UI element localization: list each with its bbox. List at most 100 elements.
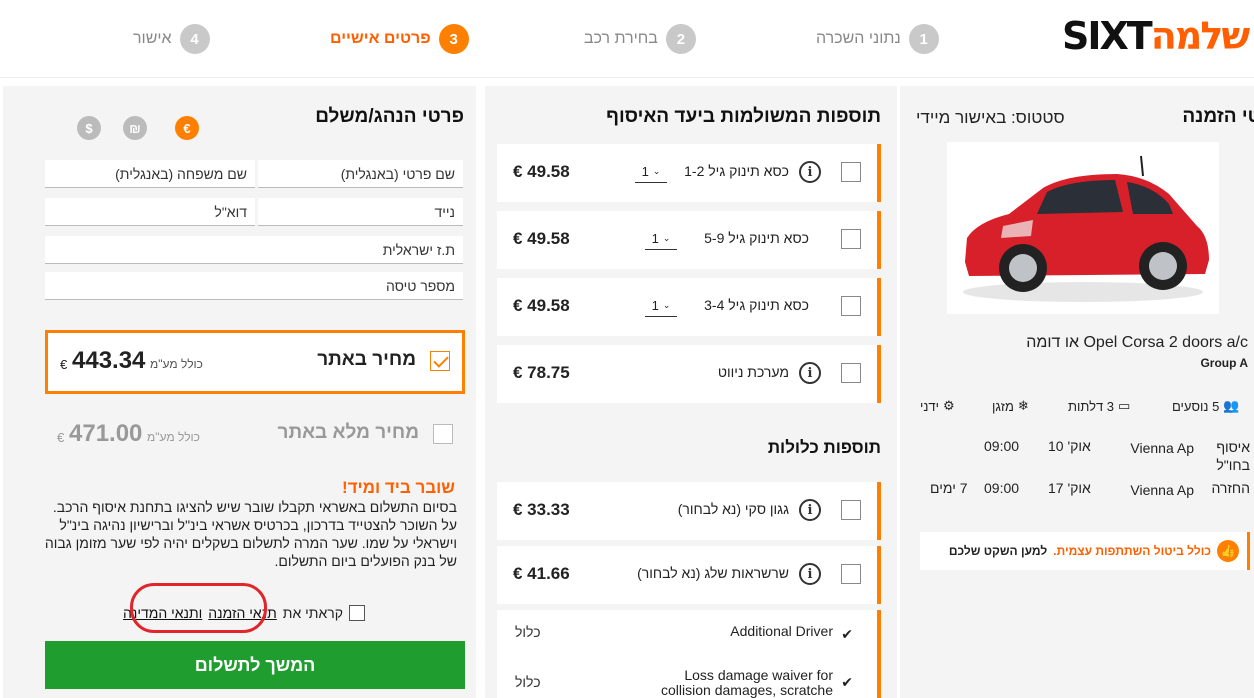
addon-checkbox[interactable] bbox=[841, 564, 861, 584]
step-personal-details[interactable]: פרטים אישיים 3 bbox=[330, 24, 469, 54]
step-rental-details[interactable]: נתוני השכרה 1 bbox=[816, 24, 939, 54]
addon-price: € 49.58 bbox=[513, 162, 570, 181]
terms-checkbox[interactable] bbox=[349, 605, 365, 621]
step-confirmation[interactable]: אישור 4 bbox=[133, 24, 210, 54]
site-price-checkbox[interactable] bbox=[430, 351, 450, 371]
included-addon-row: i גגון סקי (נא לבחור) € 33.33 bbox=[497, 482, 881, 540]
full-price-checkbox[interactable] bbox=[433, 424, 453, 444]
included-item: ✔ Additional Driver כלול bbox=[497, 610, 877, 654]
quantity-select[interactable]: 1 ⌄ bbox=[645, 228, 677, 250]
addon-price: € 49.58 bbox=[513, 296, 570, 315]
order-panel: פרטי הזמנה סטטוס: באישור מיידי Opel Cors… bbox=[900, 86, 1254, 698]
addon-row: כסא תינוק גיל 3-4 1 ⌄ € 49.58 bbox=[497, 278, 881, 336]
terms-prefix: קראתי את bbox=[282, 605, 343, 621]
site-price-vat: כולל מע"מ bbox=[150, 357, 203, 371]
addon-row: i כסא תינוק גיל 1-2 1 ⌄ € 49.58 bbox=[497, 144, 881, 202]
addons-title: תוספות המשולמות ביעד האיסוף bbox=[606, 106, 881, 127]
mobile-field[interactable]: נייד bbox=[258, 198, 463, 226]
addon-checkbox[interactable] bbox=[841, 162, 861, 182]
info-icon[interactable]: i bbox=[799, 161, 821, 183]
full-price-vat: כולל מע"מ bbox=[147, 430, 200, 444]
addon-label: כסא תינוק גיל 1-2 bbox=[684, 163, 789, 179]
full-price-value: 471.00 bbox=[69, 420, 143, 447]
step-number: 4 bbox=[179, 24, 210, 54]
currency-usd-button[interactable]: $ bbox=[77, 116, 101, 140]
addon-price: € 33.33 bbox=[513, 500, 570, 519]
included-item: ✔ Loss damage waiver for collision damag… bbox=[497, 654, 877, 698]
return-label: החזרה bbox=[1211, 480, 1250, 496]
addon-checkbox[interactable] bbox=[841, 363, 861, 383]
step-label: נתוני השכרה bbox=[816, 30, 901, 47]
passengers-icon: 👥 bbox=[1223, 398, 1240, 413]
included-item-value: כלול bbox=[515, 674, 541, 690]
info-icon[interactable]: i bbox=[799, 362, 821, 384]
addon-label: גגון סקי (נא לבחור) bbox=[677, 501, 789, 517]
snowflake-icon: ❄ bbox=[1017, 398, 1029, 413]
return-place: Vienna Ap bbox=[1130, 482, 1194, 498]
quantity-select[interactable]: 1 ⌄ bbox=[635, 161, 667, 183]
car-image bbox=[947, 142, 1219, 314]
voucher-title: שובר ביד ומיד! bbox=[341, 478, 455, 497]
return-time: 09:00 bbox=[984, 480, 1020, 496]
rental-days: 7 ימים bbox=[930, 480, 968, 496]
gear-icon: ⚙ bbox=[943, 398, 955, 413]
addon-label: שרשראות שלג (נא לבחור) bbox=[637, 565, 789, 581]
car-name: Opel Corsa 2 doors a/c או דומה bbox=[1026, 334, 1248, 351]
voucher-text: בסיום התשלום באשראי תקבלו שובר שיש להציג… bbox=[44, 499, 457, 569]
addon-row: כסא תינוק גיל 5-9 1 ⌄ € 49.58 bbox=[497, 211, 881, 269]
currency-ils-button[interactable]: ₪ bbox=[123, 116, 147, 140]
doors-feature: ▭ 3 דלתות bbox=[1068, 398, 1131, 414]
addons-panel: תוספות המשולמות ביעד האיסוף i כסא תינוק … bbox=[485, 86, 897, 698]
pickup-row: איסוף בחו"ל Vienna Ap אוק' 10 09:00 bbox=[920, 438, 1250, 474]
addon-label: מערכת ניווט bbox=[717, 364, 789, 380]
step-number: 1 bbox=[908, 24, 939, 54]
addon-price: € 49.58 bbox=[513, 229, 570, 248]
return-date: אוק' 17 bbox=[1048, 480, 1091, 496]
addon-checkbox[interactable] bbox=[841, 296, 861, 316]
email-field[interactable]: דוא"ל bbox=[45, 198, 255, 226]
check-icon: ✔ bbox=[841, 626, 853, 642]
chevron-down-icon: ⌄ bbox=[662, 300, 671, 310]
driver-panel: פרטי הנהג/משלם € ₪ $ שם פרטי (באנגלית) ש… bbox=[3, 86, 476, 698]
addon-label: כסא תינוק גיל 5-9 bbox=[704, 230, 809, 246]
door-icon: ▭ bbox=[1118, 398, 1131, 413]
step-car-selection[interactable]: בחירת רכב 2 bbox=[584, 24, 696, 54]
info-icon[interactable]: i bbox=[799, 563, 821, 585]
pickup-label: איסוף בחו"ל bbox=[1216, 439, 1250, 473]
step-number: 3 bbox=[438, 24, 469, 54]
pickup-place: Vienna Ap bbox=[1130, 440, 1194, 456]
sixt-logo[interactable]: SIXT שלמה bbox=[1062, 14, 1250, 58]
gearbox-feature: ⚙ ידני bbox=[920, 398, 955, 414]
included-title: תוספות כלולות bbox=[767, 438, 881, 457]
site-price-option[interactable]: מחיר באתר כולל מע"מ 443.34 € bbox=[45, 330, 465, 394]
included-list: ✔ Additional Driver כלול ✔ Loss damage w… bbox=[497, 610, 881, 698]
order-status: סטטוס: באישור מיידי bbox=[916, 108, 1065, 127]
pickup-time: 09:00 bbox=[984, 438, 1020, 454]
full-price-label: מחיר מלא באתר bbox=[277, 422, 419, 443]
full-price-option[interactable]: מחיר מלא באתר כולל מע"מ 471.00 € bbox=[45, 406, 465, 462]
currency-eur-button[interactable]: € bbox=[175, 116, 199, 140]
included-item-name: Loss damage waiver for collision damages… bbox=[661, 668, 833, 698]
included-item-value: כלול bbox=[515, 624, 541, 640]
addon-checkbox[interactable] bbox=[841, 500, 861, 520]
addon-checkbox[interactable] bbox=[841, 229, 861, 249]
included-item-name: Additional Driver bbox=[730, 623, 833, 639]
car-group: Group A bbox=[1200, 356, 1248, 370]
highlight-circle bbox=[130, 583, 267, 633]
pickup-date: אוק' 10 bbox=[1048, 438, 1091, 454]
step-label: פרטים אישיים bbox=[330, 30, 431, 47]
cancellation-note: 👍 כולל ביטול השתתפות עצמית. למען השקט של… bbox=[920, 532, 1250, 570]
quantity-select[interactable]: 1 ⌄ bbox=[645, 295, 677, 317]
ac-feature: ❄ מזגן bbox=[992, 398, 1029, 414]
site-price-value: 443.34 bbox=[72, 347, 146, 374]
id-field[interactable]: ת.ז ישראלית bbox=[45, 236, 463, 264]
last-name-field[interactable]: שם משפחה (באנגלית) bbox=[45, 160, 255, 188]
site-price-label: מחיר באתר bbox=[317, 349, 416, 370]
included-addon-row: i שרשראות שלג (נא לבחור) € 41.66 bbox=[497, 546, 881, 604]
chevron-down-icon: ⌄ bbox=[662, 233, 671, 243]
seats-feature: 👥 5 נוסעים bbox=[1172, 398, 1240, 414]
info-icon[interactable]: i bbox=[799, 499, 821, 521]
continue-to-payment-button[interactable]: המשך לתשלום bbox=[45, 641, 465, 689]
flight-number-field[interactable]: מספר טיסה bbox=[45, 272, 463, 300]
first-name-field[interactable]: שם פרטי (באנגלית) bbox=[258, 160, 463, 188]
